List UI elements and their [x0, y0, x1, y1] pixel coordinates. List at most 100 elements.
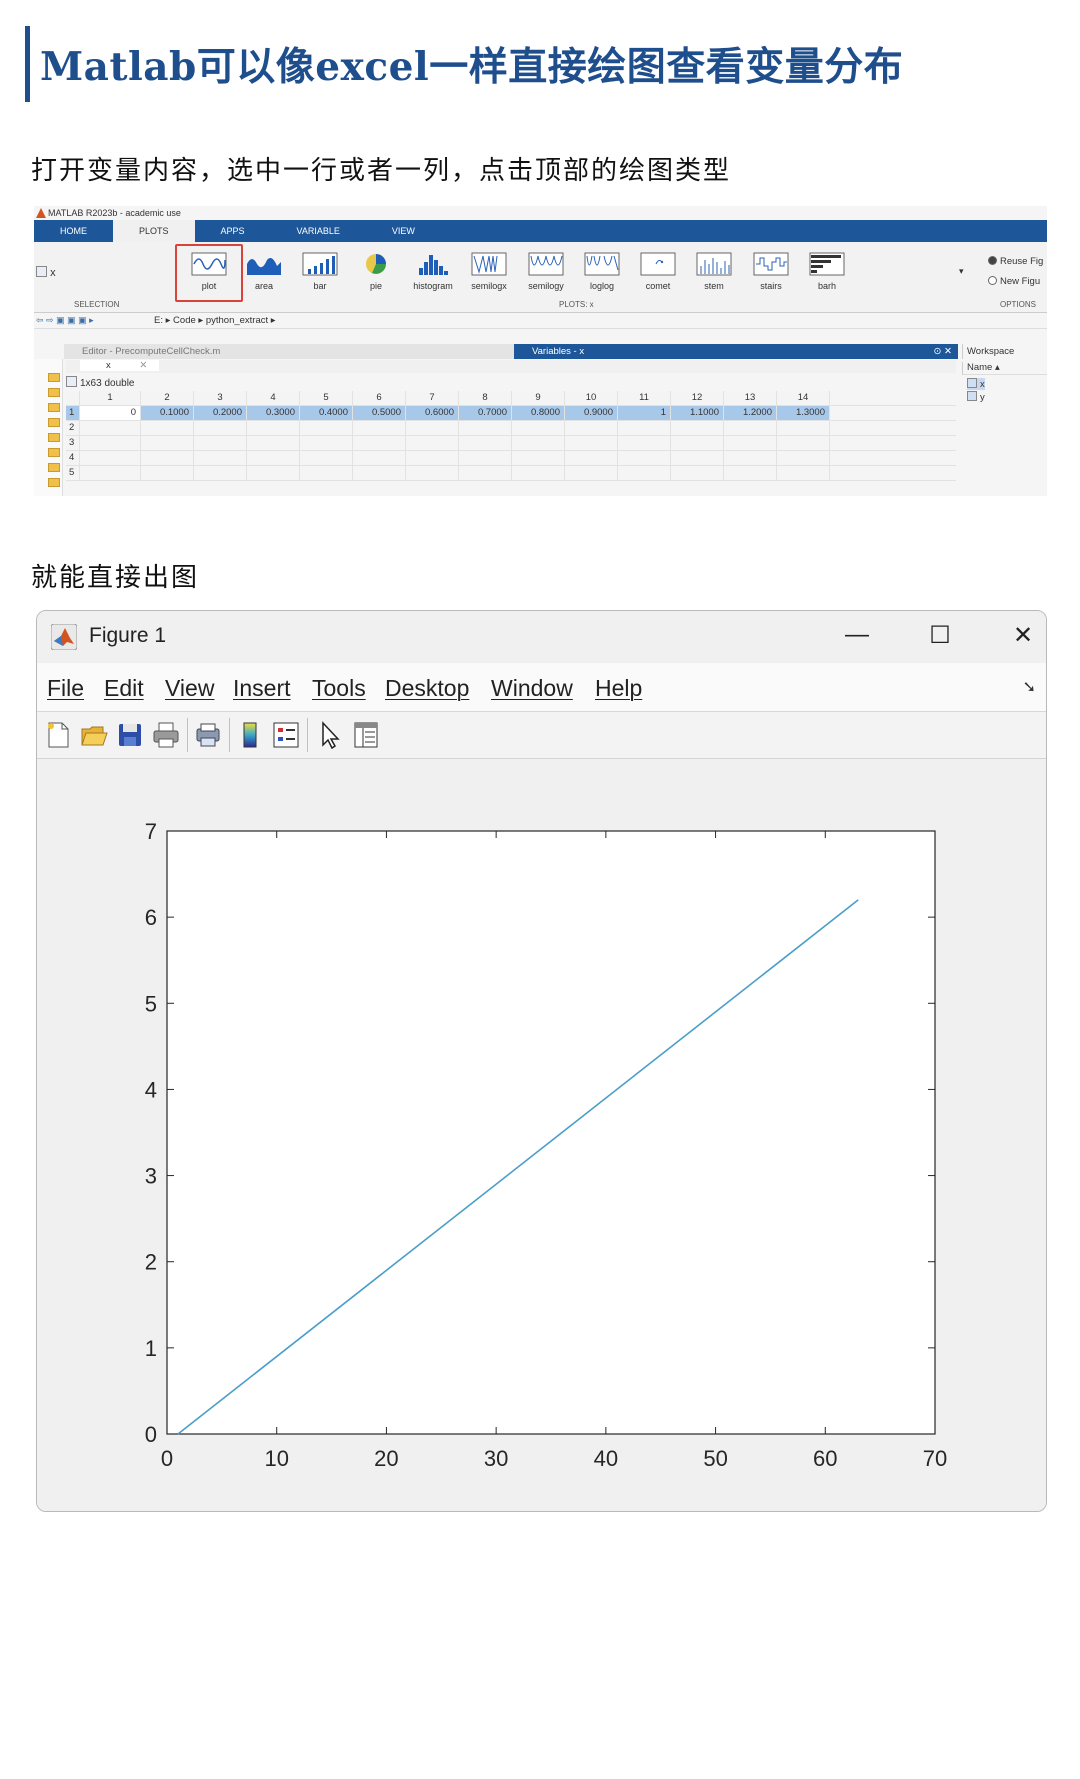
grid-cell[interactable]: [247, 421, 300, 435]
grid-cell[interactable]: [141, 436, 194, 450]
grid-cell[interactable]: [565, 451, 618, 465]
grid-cell[interactable]: [512, 421, 565, 435]
grid-cell[interactable]: [194, 436, 247, 450]
property-inspector-icon[interactable]: [351, 720, 381, 750]
grid-cell[interactable]: [247, 451, 300, 465]
grid-cell[interactable]: [459, 451, 512, 465]
menu-help[interactable]: Help: [595, 675, 642, 702]
plot-type-stairs[interactable]: stairs: [739, 246, 803, 298]
grid-column-header[interactable]: 5: [300, 391, 353, 405]
grid-cell[interactable]: 0.6000: [406, 406, 459, 420]
grid-column-header[interactable]: 6: [353, 391, 406, 405]
grid-cell[interactable]: [247, 436, 300, 450]
legend-icon[interactable]: [271, 720, 301, 750]
plot-type-pie[interactable]: pie: [344, 246, 408, 298]
variable-tab-x[interactable]: x ✕: [80, 360, 160, 371]
grid-cell[interactable]: [300, 436, 353, 450]
grid-column-header[interactable]: 1: [80, 391, 141, 405]
grid-cell[interactable]: [724, 466, 777, 480]
plot-type-semilogy[interactable]: semilogy: [514, 246, 578, 298]
grid-column-header[interactable]: 11: [618, 391, 671, 405]
grid-row-header[interactable]: 2: [66, 421, 80, 435]
grid-cell[interactable]: 1: [618, 406, 671, 420]
grid-cell[interactable]: [406, 466, 459, 480]
editor-panel-header[interactable]: Editor - PrecomputeCellCheck.m: [64, 344, 524, 359]
grid-cell[interactable]: [141, 466, 194, 480]
close-icon[interactable]: ✕: [1003, 621, 1043, 650]
grid-cell[interactable]: 0.4000: [300, 406, 353, 420]
figure-canvas[interactable]: 0 10 20 30 40 50 60 70 0 1 2 3 4 5 6 7: [37, 759, 1046, 1511]
grid-cell[interactable]: [194, 466, 247, 480]
workspace-var-y[interactable]: y: [967, 391, 985, 403]
grid-cell[interactable]: [724, 436, 777, 450]
grid-column-header[interactable]: 2: [141, 391, 194, 405]
grid-cell[interactable]: [353, 451, 406, 465]
grid-cell[interactable]: [618, 451, 671, 465]
ribbon-expand-icon[interactable]: ▾: [959, 266, 964, 277]
menu-insert[interactable]: Insert: [233, 675, 291, 702]
grid-cell[interactable]: 0.8000: [512, 406, 565, 420]
print-preview-icon[interactable]: [193, 720, 223, 750]
close-icon[interactable]: ⊙ ✕: [933, 344, 952, 359]
grid-cell[interactable]: [777, 436, 830, 450]
grid-cell[interactable]: [724, 421, 777, 435]
grid-column-header[interactable]: 3: [194, 391, 247, 405]
grid-column-header[interactable]: 13: [724, 391, 777, 405]
grid-cell[interactable]: 0.3000: [247, 406, 300, 420]
grid-cell[interactable]: 1.3000: [777, 406, 830, 420]
grid-cell[interactable]: [141, 421, 194, 435]
tab-home[interactable]: HOME: [34, 220, 113, 242]
tab-apps[interactable]: APPS: [195, 220, 271, 242]
workspace-panel-header[interactable]: Workspace: [962, 344, 1047, 359]
pointer-icon[interactable]: [315, 720, 345, 750]
plot-type-barh[interactable]: barh: [795, 246, 859, 298]
grid-cell[interactable]: [406, 421, 459, 435]
dock-arrow-icon[interactable]: ➘: [1023, 677, 1036, 697]
grid-cell[interactable]: [618, 436, 671, 450]
grid-cell[interactable]: [777, 421, 830, 435]
grid-cell[interactable]: 0.9000: [565, 406, 618, 420]
open-folder-icon[interactable]: [79, 720, 109, 750]
grid-cell[interactable]: [194, 451, 247, 465]
variables-panel-header[interactable]: Variables - x ⊙ ✕: [514, 344, 958, 359]
grid-cell[interactable]: [194, 421, 247, 435]
grid-cell[interactable]: [300, 451, 353, 465]
workspace-name-column[interactable]: Name ▴: [962, 362, 1047, 375]
grid-cell[interactable]: [671, 466, 724, 480]
line-chart[interactable]: 0 10 20 30 40 50 60 70 0 1 2 3 4 5 6 7: [37, 759, 1046, 1511]
plot-type-histogram[interactable]: histogram: [401, 246, 465, 298]
save-icon[interactable]: [115, 720, 145, 750]
close-icon[interactable]: ✕: [133, 360, 154, 371]
tab-plots[interactable]: PLOTS: [113, 220, 195, 242]
grid-cell[interactable]: 0: [80, 406, 141, 420]
grid-cell[interactable]: [80, 466, 141, 480]
path-segment-drive[interactable]: E:: [154, 315, 163, 326]
grid-cell[interactable]: [777, 466, 830, 480]
grid-cell[interactable]: [671, 451, 724, 465]
tab-variable[interactable]: VARIABLE: [271, 220, 366, 242]
grid-cell[interactable]: [247, 466, 300, 480]
nav-arrows-icon[interactable]: ⇦ ⇨ ▣ ▣ ▣ ▸: [36, 313, 94, 328]
tab-view[interactable]: VIEW: [366, 220, 441, 242]
plot-type-semilogx[interactable]: semilogx: [457, 246, 521, 298]
grid-cell[interactable]: [671, 436, 724, 450]
menu-view[interactable]: View: [165, 675, 214, 702]
grid-cell[interactable]: [512, 436, 565, 450]
menu-edit[interactable]: Edit: [104, 675, 144, 702]
grid-cell[interactable]: [565, 421, 618, 435]
grid-cell[interactable]: [80, 436, 141, 450]
grid-cell[interactable]: [80, 421, 141, 435]
grid-cell[interactable]: [565, 466, 618, 480]
grid-cell[interactable]: [565, 436, 618, 450]
selection-variable[interactable]: x: [36, 266, 56, 279]
plot-type-comet[interactable]: comet: [626, 246, 690, 298]
menu-window[interactable]: Window: [491, 675, 573, 702]
path-segment-python-extract[interactable]: python_extract: [206, 315, 268, 326]
grid-cell[interactable]: [724, 451, 777, 465]
grid-cell[interactable]: [671, 421, 724, 435]
workspace-var-x[interactable]: x: [967, 378, 985, 390]
grid-cell[interactable]: [459, 421, 512, 435]
plot-type-loglog[interactable]: loglog: [570, 246, 634, 298]
grid-column-header[interactable]: 8: [459, 391, 512, 405]
grid-cell[interactable]: [618, 466, 671, 480]
